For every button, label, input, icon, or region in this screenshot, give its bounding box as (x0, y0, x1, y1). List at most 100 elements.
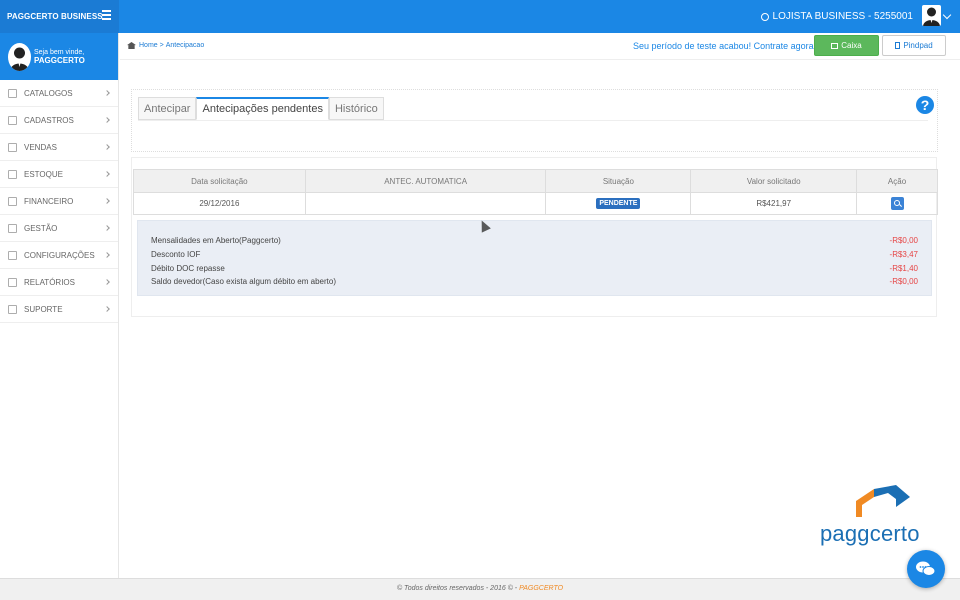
sidebar-item-configuracoes[interactable]: CONFIGURAÇÕES (0, 242, 118, 269)
monitor-icon (8, 223, 17, 233)
cell-date: 29/12/2016 (133, 192, 306, 215)
sidebar-item-catalogos[interactable]: CATALOGOS (0, 80, 118, 107)
brand-logo[interactable]: PAGGCERTO BUSINESS (0, 0, 119, 33)
report-icon (8, 277, 17, 287)
help-icon[interactable]: ? (916, 96, 934, 114)
tab-bar: Antecipar Antecipações pendentes Históri… (138, 97, 384, 120)
detail-row: Mensalidades em Aberto(Paggcerto) -R$0,00 (151, 236, 918, 248)
pinpad-icon (895, 42, 901, 49)
watermark-logo-text: paggcerto (820, 521, 920, 546)
advance-details-box: Mensalidades em Aberto(Paggcerto) -R$0,00… (137, 220, 932, 296)
cell-auto (304, 192, 547, 215)
top-navbar: PAGGCERTO BUSINESS LOJISTA BUSINESS - 52… (0, 0, 960, 33)
sidebar-item-suporte[interactable]: SUPORTE (0, 296, 118, 323)
sidebar-item-vendas[interactable]: VENDAS (0, 134, 118, 161)
cart-icon (8, 142, 17, 152)
tab-antecipar[interactable]: Antecipar (138, 97, 197, 120)
tab-historico[interactable]: Histórico (328, 97, 384, 120)
caixa-button-label: Caixa (841, 41, 862, 50)
chevron-right-icon (104, 144, 110, 150)
greeting-text: Seja bem vinde, (34, 48, 85, 56)
chat-widget-button[interactable] (907, 550, 945, 588)
sidebar-item-label: FINANCEIRO (24, 196, 74, 206)
detail-value: -R$0,00 (889, 277, 918, 286)
box-icon (8, 169, 17, 179)
cell-status: PENDENTE (545, 192, 692, 215)
caixa-button[interactable]: Caixa (814, 35, 879, 56)
user-profile-card: Seja bem vinde, PAGGCERTO (0, 33, 118, 80)
sidebar-item-cadastros[interactable]: CADASTROS (0, 107, 118, 134)
chevron-right-icon (104, 171, 110, 177)
detail-value: -R$3,47 (889, 250, 918, 259)
sidebar-item-estoque[interactable]: ESTOQUE (0, 161, 118, 188)
chevron-right-icon (104, 279, 110, 285)
store-selector[interactable]: LOJISTA BUSINESS - 5255001 (760, 0, 913, 33)
avatar (8, 42, 31, 71)
detail-row: Saldo devedor(Caso exista algum débito e… (151, 277, 918, 289)
column-header-action: Ação (856, 169, 938, 193)
sidebar-item-gestao[interactable]: GESTÃO (0, 215, 118, 242)
sidebar: Seja bem vinde, PAGGCERTO CATALOGOS CADA… (0, 33, 119, 578)
column-header-auto[interactable]: ANTEC. AUTOMATICA (304, 169, 547, 193)
chevron-right-icon (104, 198, 110, 204)
sidebar-item-label: SUPORTE (24, 304, 63, 314)
catalog-icon (8, 88, 17, 98)
chat-icon (916, 561, 936, 576)
cell-action (856, 192, 938, 215)
sidebar-item-label: ESTOQUE (24, 169, 63, 179)
people-icon (8, 115, 17, 125)
sidebar-item-label: CATALOGOS (24, 88, 73, 98)
sidebar-item-financeiro[interactable]: FINANCEIRO (0, 188, 118, 215)
money-icon (8, 196, 17, 206)
chevron-down-icon[interactable] (942, 10, 952, 20)
detail-label: Mensalidades em Aberto(Paggcerto) (151, 236, 281, 245)
table-header-row: Data solicitação ANTEC. AUTOMATICA Situa… (133, 169, 938, 193)
footer-text: © Todos direitos reservados - 2016 © - (396, 585, 518, 592)
pinpad-button[interactable]: Pindpad (882, 35, 946, 56)
detail-row: Débito DOC repasse -R$1,40 (151, 264, 918, 276)
footer: © Todos direitos reservados - 2016 © - P… (0, 578, 960, 600)
column-header-status[interactable]: Situação (545, 169, 692, 193)
sidebar-item-relatorios[interactable]: RELATÓRIOS (0, 269, 118, 296)
cash-register-icon (831, 42, 839, 49)
tabs-panel: Antecipar Antecipações pendentes Históri… (131, 89, 938, 152)
column-header-value[interactable]: Valor solicitado (690, 169, 858, 193)
detail-label: Desconto IOF (151, 250, 201, 259)
store-label: LOJISTA BUSINESS - 5255001 (772, 11, 913, 22)
home-icon (127, 42, 136, 49)
table-row: 29/12/2016 PENDENTE R$421,97 (133, 192, 938, 215)
column-header-date[interactable]: Data solicitação (133, 169, 306, 193)
trial-expired-link[interactable]: Seu período de teste acabou! Contrate ag… (633, 41, 816, 51)
detail-value: -R$1,40 (889, 264, 918, 273)
chat-bubble-icon (8, 304, 17, 314)
sidebar-item-label: VENDAS (24, 142, 57, 152)
brand-name: PAGGCERTO BUSINESS (7, 12, 103, 21)
view-details-button[interactable] (890, 197, 904, 210)
pinpad-button-label: Pindpad (903, 41, 933, 50)
user-avatar[interactable] (922, 5, 941, 26)
detail-row: Desconto IOF -R$3,47 (151, 250, 918, 262)
chevron-right-icon (104, 90, 110, 96)
menu-toggle-icon[interactable] (102, 10, 111, 22)
sidebar-item-label: GESTÃO (24, 223, 58, 233)
breadcrumb-current[interactable]: Antecipacao (166, 42, 205, 49)
chevron-right-icon (104, 252, 110, 258)
sidebar-item-label: CONFIGURAÇÕES (24, 250, 95, 260)
store-icon (760, 12, 769, 21)
tab-antecipacoes-pendentes[interactable]: Antecipações pendentes (196, 97, 329, 120)
chevron-right-icon (104, 306, 110, 312)
chevron-right-icon (104, 225, 110, 231)
gear-icon (8, 250, 17, 260)
breadcrumb-home[interactable]: Home (139, 42, 158, 49)
paggcerto-watermark-logo: paggcerto (820, 483, 920, 548)
footer-brand-link[interactable]: PAGGCERTO (519, 585, 563, 592)
detail-value: -R$0,00 (889, 236, 918, 245)
status-badge: PENDENTE (596, 198, 641, 209)
page-header: Home > Antecipacao Seu período de teste … (120, 33, 960, 60)
sidebar-item-label: CADASTROS (24, 115, 74, 125)
divider (138, 120, 928, 121)
user-name: PAGGCERTO (34, 55, 85, 65)
chevron-right-icon (104, 117, 110, 123)
breadcrumb: Home > Antecipacao (127, 42, 204, 49)
detail-label: Saldo devedor(Caso exista algum débito e… (151, 277, 336, 286)
